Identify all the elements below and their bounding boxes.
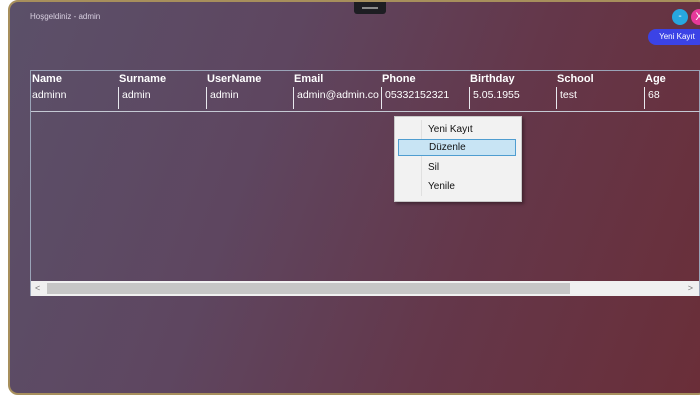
column-header-age[interactable]: Age bbox=[645, 73, 666, 85]
grid-header: Name Surname UserName Email Phone Birthd… bbox=[31, 73, 700, 87]
close-button[interactable]: X bbox=[691, 9, 700, 25]
users-grid[interactable]: Name Surname UserName Email Phone Birthd… bbox=[30, 70, 700, 296]
welcome-text: Hoşgeldiniz - admin bbox=[30, 12, 101, 21]
scroll-left-icon[interactable]: < bbox=[35, 283, 40, 293]
row-divider bbox=[31, 111, 700, 112]
cell-name[interactable]: adminn bbox=[31, 87, 118, 109]
new-record-button[interactable]: Yeni Kayıt bbox=[648, 29, 700, 45]
scroll-right-icon[interactable]: > bbox=[688, 283, 693, 293]
column-header-birthday[interactable]: Birthday bbox=[470, 73, 515, 85]
column-header-name[interactable]: Name bbox=[32, 73, 62, 85]
column-header-phone[interactable]: Phone bbox=[382, 73, 416, 85]
context-item-edit[interactable]: Düzenle bbox=[398, 139, 516, 156]
cell-phone[interactable]: 05332152321 bbox=[381, 87, 469, 109]
cell-school[interactable]: test bbox=[556, 87, 644, 109]
column-header-school[interactable]: School bbox=[557, 73, 594, 85]
scrollbar-thumb[interactable] bbox=[47, 283, 570, 294]
minimize-button[interactable]: - bbox=[672, 9, 688, 25]
column-header-surname[interactable]: Surname bbox=[119, 73, 166, 85]
window-drag-handle[interactable] bbox=[354, 2, 386, 14]
cell-age[interactable]: 68 bbox=[644, 87, 700, 109]
cell-birthday[interactable]: 5.05.1955 bbox=[469, 87, 556, 109]
horizontal-scrollbar[interactable]: < > bbox=[31, 281, 699, 296]
context-menu: Yeni Kayıt Düzenle Sil Yenile bbox=[394, 116, 522, 202]
cell-surname[interactable]: admin bbox=[118, 87, 206, 109]
cell-username[interactable]: admin bbox=[206, 87, 293, 109]
context-item-delete[interactable]: Sil bbox=[398, 159, 516, 176]
column-header-username[interactable]: UserName bbox=[207, 73, 261, 85]
table-row[interactable]: adminn admin admin admin@admin.co 053321… bbox=[31, 87, 700, 109]
context-item-refresh[interactable]: Yenile bbox=[398, 178, 516, 195]
context-item-new-record[interactable]: Yeni Kayıt bbox=[398, 121, 516, 138]
column-header-email[interactable]: Email bbox=[294, 73, 323, 85]
cell-email[interactable]: admin@admin.co bbox=[293, 87, 381, 109]
